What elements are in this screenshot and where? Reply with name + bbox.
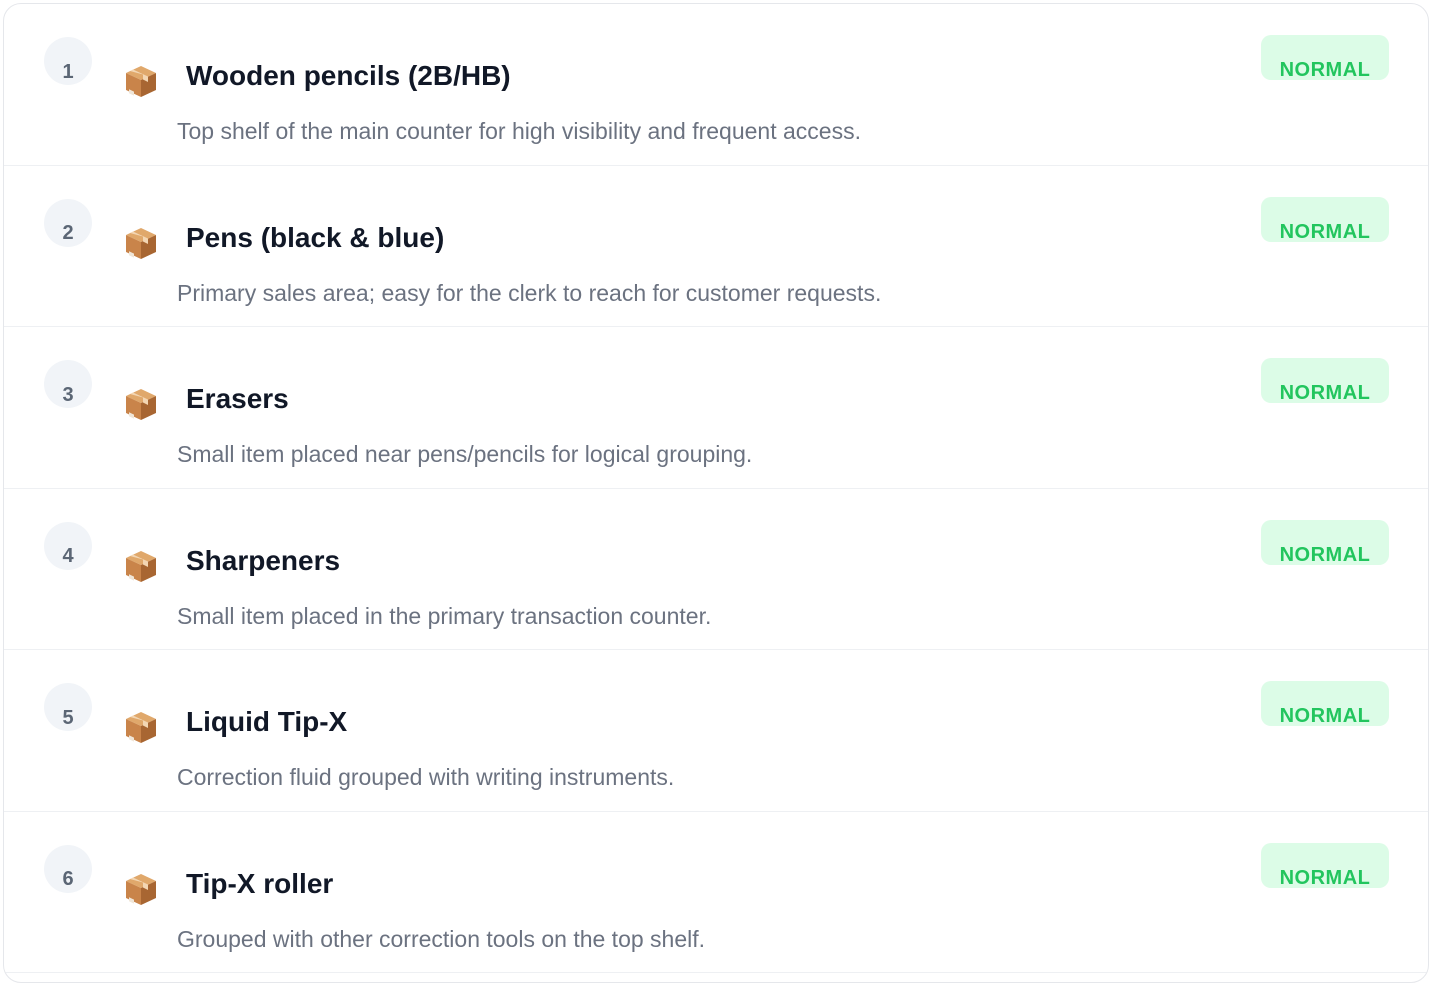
list-item[interactable]: 1 Wooden pencils (2B/HB) Top shelf of th… (4, 4, 1428, 166)
item-title: Liquid Tip-X (186, 706, 348, 737)
list-item[interactable]: 5 Liquid Tip-X Correction fluid grouped … (4, 650, 1428, 812)
item-number-badge: 2 (44, 198, 92, 247)
item-list-card: 1 Wooden pencils (2B/HB) Top shelf of th… (3, 3, 1429, 983)
status-badge: NORMAL (1261, 358, 1389, 403)
item-description: Grouped with other correction tools on t… (177, 925, 706, 952)
list-item[interactable]: 4 Sharpeners Small item placed in the pr… (4, 489, 1428, 650)
item-title: Pens (black & blue) (186, 221, 445, 253)
list-item[interactable]: 2 Pens (black & blue) Primary sales area… (4, 166, 1428, 327)
item-description: Correction fluid grouped with writing in… (177, 764, 675, 790)
package-icon (122, 62, 160, 100)
status-badge: NORMAL (1261, 196, 1389, 242)
item-title: Sharpeners (186, 544, 341, 576)
package-icon (122, 547, 160, 585)
item-description: Primary sales area; easy for the clerk t… (177, 279, 882, 306)
item-description: Small item placed near pens/pencils for … (177, 441, 753, 467)
status-badge: NORMAL (1261, 35, 1389, 80)
item-number-badge: 4 (44, 521, 92, 570)
list-item[interactable]: 6 Tip-X roller Grouped with other correc… (4, 812, 1428, 973)
item-title: Wooden pencils (2B/HB) (186, 60, 511, 91)
status-badge: NORMAL (1261, 681, 1389, 726)
item-title: Tip-X roller (186, 867, 334, 899)
item-title: Erasers (186, 383, 289, 414)
package-icon (122, 870, 160, 908)
item-number-badge: 6 (44, 844, 92, 893)
item-number-badge: 3 (44, 360, 92, 408)
package-icon (122, 385, 160, 423)
status-badge: NORMAL (1261, 519, 1389, 565)
item-number-badge: 5 (44, 683, 92, 731)
item-number-badge: 1 (44, 37, 92, 85)
package-icon (122, 708, 160, 746)
item-description: Top shelf of the main counter for high v… (177, 118, 861, 144)
status-badge: NORMAL (1261, 842, 1389, 888)
package-icon (122, 224, 160, 262)
list-item[interactable]: 3 Erasers Small item placed near pens/pe… (4, 327, 1428, 489)
item-description: Small item placed in the primary transac… (177, 602, 712, 629)
